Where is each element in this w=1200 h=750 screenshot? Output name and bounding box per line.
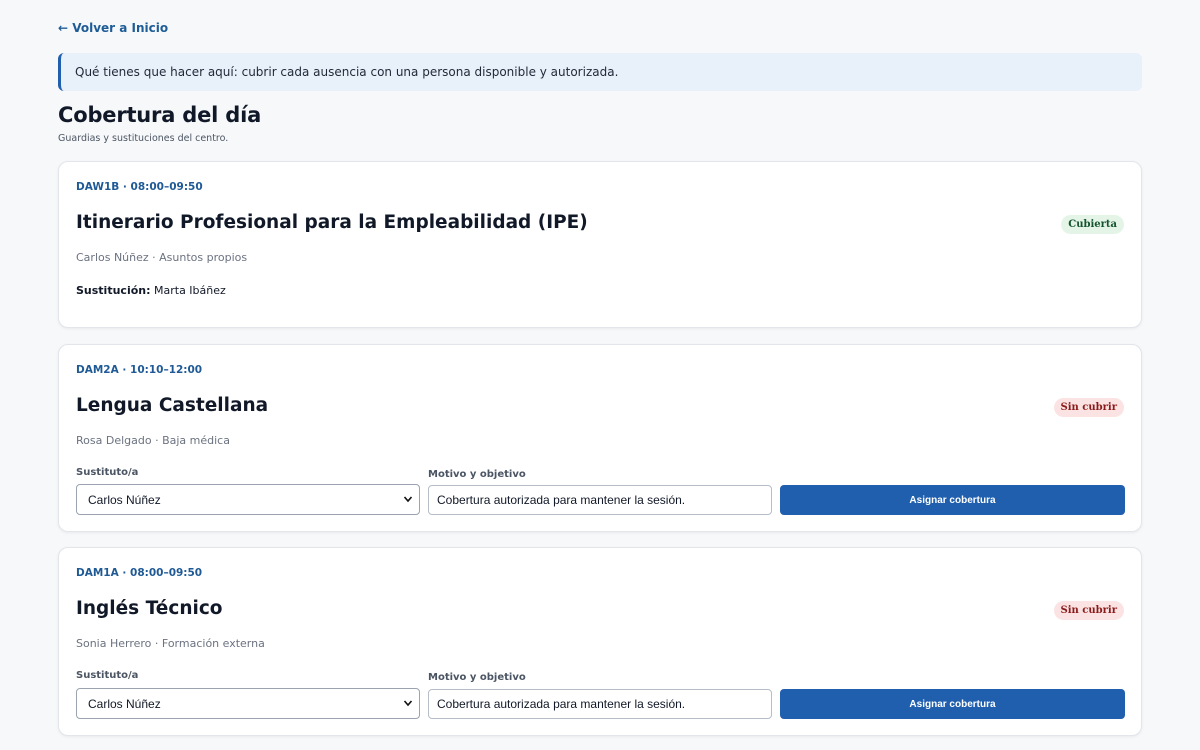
absence-card: DAW1B · 08:00–09:50 Itinerario Profesion…	[58, 161, 1142, 328]
status-badge: Sin cubrir	[1053, 398, 1124, 417]
reason-label: Motivo y objetivo	[428, 469, 526, 480]
substitute-select[interactable]: Carlos Núñez	[76, 688, 420, 719]
assign-coverage-button[interactable]: Asignar cobertura	[780, 689, 1125, 719]
reason-input[interactable]	[428, 485, 772, 515]
absence-card: DAM2A · 10:10–12:00 Lengua Castellana Si…	[58, 344, 1142, 532]
card-subject: Itinerario Profesional para la Empleabil…	[76, 212, 588, 233]
instructions-banner: Qué tienes que hacer aquí: cubrir cada a…	[58, 53, 1142, 91]
card-meta: DAW1B · 08:00–09:50	[76, 181, 203, 193]
substitute-selected-value: Carlos Núñez	[88, 696, 161, 711]
back-to-home-link[interactable]: ← Volver a Inicio	[58, 21, 168, 35]
substitute-selected-value: Carlos Núñez	[88, 492, 161, 507]
absent-teacher: Carlos Núñez · Asuntos propios	[76, 251, 248, 264]
substitute-label: Sustituto/a	[76, 467, 139, 478]
absence-card: DAM1A · 08:00–09:50 Inglés Técnico Sin c…	[58, 547, 1142, 736]
reason-input[interactable]	[428, 689, 772, 719]
assign-coverage-button[interactable]: Asignar cobertura	[780, 485, 1125, 515]
card-meta: DAM1A · 08:00–09:50	[76, 567, 203, 579]
card-subject: Lengua Castellana	[76, 395, 269, 416]
absent-teacher: Sonia Herrero · Formación externa	[76, 637, 265, 650]
page-subtitle: Guardias y sustituciones del centro.	[58, 133, 229, 144]
substitute-label: Sustituto/a	[76, 670, 139, 681]
instructions-text: Qué tienes que hacer aquí: cubrir cada a…	[75, 65, 619, 79]
substitution-label: Sustitución:	[76, 284, 151, 297]
substitution-value: Marta Ibáñez	[154, 284, 226, 297]
status-badge: Cubierta	[1061, 215, 1124, 234]
chevron-down-icon	[403, 700, 413, 707]
substitution-info: Sustitución: Marta Ibáñez	[76, 284, 226, 297]
page-title: Cobertura del día	[58, 103, 262, 127]
card-subject: Inglés Técnico	[76, 598, 223, 619]
absent-teacher: Rosa Delgado · Baja médica	[76, 434, 230, 447]
card-meta: DAM2A · 10:10–12:00	[76, 364, 203, 376]
status-badge: Sin cubrir	[1053, 601, 1124, 620]
reason-label: Motivo y objetivo	[428, 672, 526, 683]
chevron-down-icon	[403, 496, 413, 503]
substitute-select[interactable]: Carlos Núñez	[76, 484, 420, 515]
